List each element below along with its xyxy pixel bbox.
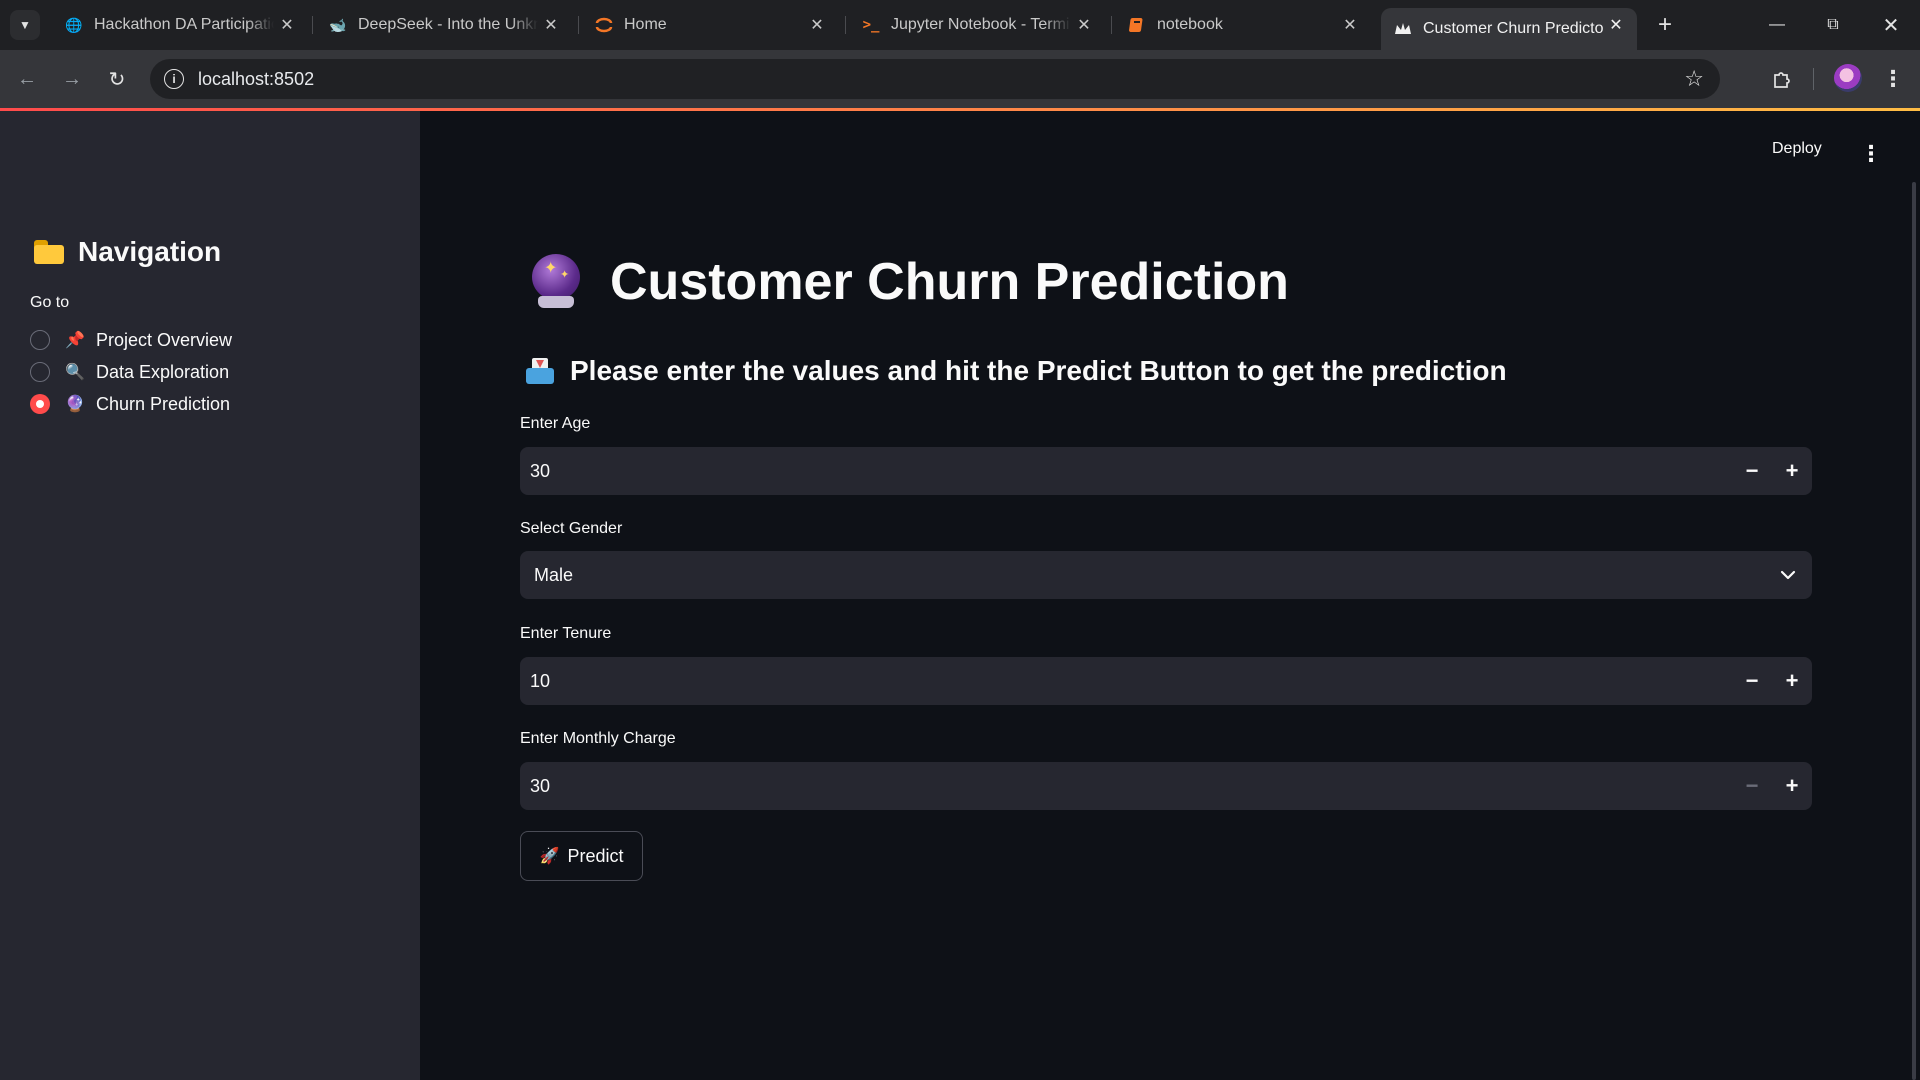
browser-menu-icon[interactable]: ⋮ (1876, 62, 1910, 96)
sidebar-title-text: Navigation (78, 236, 222, 267)
radio-label: Data Exploration (96, 361, 230, 382)
globe-icon: 🌐 (65, 16, 83, 33)
close-tab-icon[interactable]: ✕ (806, 14, 828, 36)
tab-divider (312, 16, 313, 34)
monthly-charge-input-value[interactable]: 30 (530, 776, 1732, 797)
toolbar-divider (1813, 68, 1814, 90)
extensions-puzzle-icon[interactable] (1765, 62, 1799, 96)
app-menu-icon[interactable]: ⋮ (1860, 140, 1882, 168)
address-bar[interactable]: i localhost:8502 ☆ (150, 59, 1720, 99)
close-window-icon[interactable]: ✕ (1871, 8, 1911, 42)
close-tab-icon[interactable]: ✕ (1073, 14, 1095, 36)
tab-terminal[interactable]: >_ Jupyter Notebook - Terminal ✕ (849, 8, 1105, 42)
close-tab-icon[interactable]: ✕ (1605, 14, 1627, 36)
close-tab-icon[interactable]: ✕ (1339, 14, 1361, 36)
predict-button-label: Predict (567, 845, 624, 866)
radio-button[interactable] (30, 362, 50, 382)
page-subtitle-text: Please enter the values and hit the Pred… (570, 355, 1507, 386)
radio-option-project-overview[interactable]: 📌 Project Overview (30, 326, 232, 354)
tenure-decrement-minus-icon[interactable]: − (1732, 657, 1772, 705)
tab-title: Customer Churn Predictor (1423, 20, 1603, 37)
predict-button[interactable]: 🚀 Predict (520, 831, 643, 881)
tab-notebook[interactable]: notebook ✕ (1115, 8, 1371, 42)
profile-avatar[interactable] (1834, 64, 1862, 92)
monthly-charge-decrement-minus-icon[interactable]: − (1732, 762, 1772, 810)
age-number-input[interactable]: 30 − + (520, 447, 1812, 495)
tab-title: Home (624, 16, 667, 33)
close-tab-icon[interactable]: ✕ (276, 14, 298, 36)
streamlit-crown-icon (1393, 19, 1413, 39)
scrollbar[interactable] (1912, 182, 1916, 1080)
gender-select[interactable]: Male (520, 551, 1812, 599)
age-decrement-minus-icon[interactable]: − (1732, 447, 1772, 495)
tab-divider (1111, 16, 1112, 34)
tenure-increment-plus-icon[interactable]: + (1772, 657, 1812, 705)
sidebar-title: Navigation (34, 236, 221, 268)
monthly-charge-increment-plus-icon[interactable]: + (1772, 762, 1812, 810)
radio-option-data-exploration[interactable]: 🔍 Data Exploration (30, 358, 229, 386)
tab-title: notebook (1157, 16, 1223, 33)
notebook-icon (1127, 15, 1147, 35)
tab-customer-churn-predictor[interactable]: Customer Churn Predictor ✕ (1381, 8, 1637, 50)
browser-tab-bar: ▼ 🌐 Hackathon DA Participation ✕ 🐋 DeepS… (0, 0, 1920, 50)
deepseek-whale-icon: 🐋 (329, 16, 347, 33)
radio-label: Project Overview (96, 329, 233, 350)
age-increment-plus-icon[interactable]: + (1772, 447, 1812, 495)
radio-button-selected[interactable] (30, 394, 50, 414)
restore-icon[interactable]: ⧉ (1813, 8, 1853, 42)
bookmark-star-icon[interactable]: ☆ (1684, 66, 1704, 92)
close-tab-icon[interactable]: ✕ (540, 14, 562, 36)
page-title-text: Customer Churn Prediction (610, 253, 1289, 311)
radio-group-label: Go to (30, 294, 70, 311)
tab-title: DeepSeek - Into the Unknown (358, 16, 538, 33)
crystal-ball-icon: ✦ ✦ (530, 254, 582, 310)
tab-home[interactable]: Home ✕ (582, 8, 838, 42)
tenure-label: Enter Tenure (520, 625, 612, 642)
deploy-button[interactable]: Deploy (1772, 140, 1822, 158)
page-title: ✦ ✦ Customer Churn Prediction (530, 252, 1289, 312)
page-subtitle: Please enter the values and hit the Pred… (526, 355, 1507, 387)
address-url[interactable]: localhost:8502 (198, 69, 314, 90)
monthly-charge-number-input[interactable]: 30 − + (520, 762, 1812, 810)
radio-option-churn-prediction[interactable]: 🔮 Churn Prediction (30, 390, 230, 418)
back-arrow-icon[interactable]: ← (10, 62, 44, 96)
rocket-icon: 🚀 (539, 848, 560, 865)
gender-label: Select Gender (520, 520, 623, 537)
tenure-number-input[interactable]: 10 − + (520, 657, 1812, 705)
inbox-tray-icon (526, 358, 554, 384)
tab-title: Jupyter Notebook - Terminal (891, 16, 1071, 33)
tab-divider (845, 16, 846, 34)
monthly-charge-label: Enter Monthly Charge (520, 730, 676, 747)
new-tab-plus-icon[interactable]: + (1650, 10, 1680, 40)
age-label: Enter Age (520, 415, 591, 432)
folder-icon (34, 240, 64, 264)
chevron-down-icon[interactable] (1764, 551, 1812, 599)
magnifier-icon: 🔍 (65, 364, 85, 381)
minimize-icon[interactable]: — (1757, 8, 1797, 42)
tab-divider (578, 16, 579, 34)
tab-search-chevron-icon[interactable]: ▼ (10, 10, 40, 40)
forward-arrow-icon[interactable]: → (55, 62, 89, 96)
age-input-value[interactable]: 30 (530, 461, 1732, 482)
radio-button[interactable] (30, 330, 50, 350)
tenure-input-value[interactable]: 10 (530, 671, 1732, 692)
site-info-icon[interactable]: i (164, 69, 184, 89)
crystal-ball-icon: 🔮 (65, 396, 85, 413)
radio-label: Churn Prediction (96, 393, 231, 414)
browser-toolbar: ← → ↻ i localhost:8502 ☆ ⋮ (0, 50, 1920, 108)
jupyter-icon (594, 15, 614, 35)
tab-hackathon[interactable]: 🌐 Hackathon DA Participation ✕ (52, 8, 308, 42)
tab-title: Hackathon DA Participation (94, 16, 274, 33)
reload-icon[interactable]: ↻ (100, 62, 134, 96)
terminal-icon: >_ (862, 17, 880, 33)
pushpin-icon: 📌 (65, 332, 85, 349)
gender-selected-value[interactable]: Male (534, 565, 1764, 586)
tab-deepseek[interactable]: 🐋 DeepSeek - Into the Unknown ✕ (316, 8, 572, 42)
